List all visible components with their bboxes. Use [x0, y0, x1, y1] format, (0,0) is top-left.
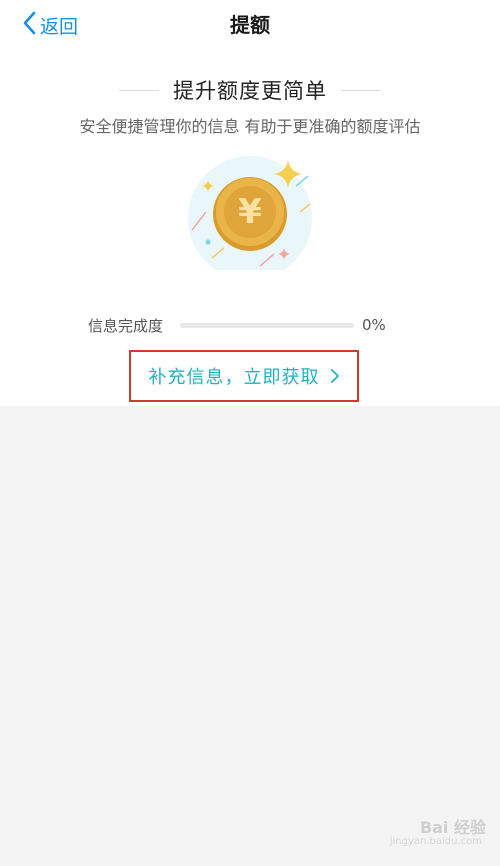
completion-progress: 信息完成度 0%: [88, 314, 388, 336]
coin-illustration: ¥: [180, 150, 320, 280]
progress-bar: [180, 322, 354, 328]
watermark-url: jingyan.baidu.com: [389, 836, 482, 847]
supplement-info-button[interactable]: 补充信息，立即获取: [129, 350, 359, 402]
heading-divider-left: [119, 89, 159, 91]
coin-yen-symbol: ¥: [238, 192, 262, 232]
promo-heading-row: 提升额度更简单: [0, 74, 500, 106]
watermark: Bai 经验 jingyan.baidu.com: [386, 810, 486, 856]
chevron-right-icon: [330, 368, 340, 384]
promo-heading: 提升额度更简单: [173, 79, 327, 103]
watermark-brand: Bai 经验: [419, 818, 486, 837]
progress-value: 0%: [362, 316, 386, 334]
progress-label: 信息完成度: [88, 316, 164, 335]
content-panel: 返回 提额 提升额度更简单 安全便捷管理你的信息 有助于更准确的额度评估 ¥ 信…: [0, 0, 500, 406]
page-title: 提额: [230, 13, 270, 37]
heading-divider-right: [341, 89, 381, 91]
cta-label: 补充信息，立即获取: [148, 367, 320, 388]
promo-subheading: 安全便捷管理你的信息 有助于更准确的额度评估: [79, 117, 421, 136]
